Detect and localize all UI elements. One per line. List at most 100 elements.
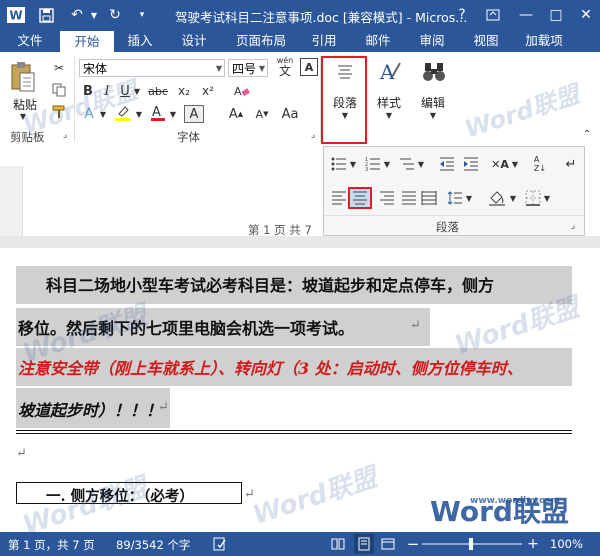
line-spacing-dropdown-icon[interactable]: ▼ xyxy=(464,189,474,207)
multilevel-list-icon[interactable] xyxy=(398,155,416,173)
font-launcher-icon[interactable]: ⌟ xyxy=(308,130,318,140)
styles-icon[interactable]: A xyxy=(376,58,404,86)
numbering-icon[interactable]: 123 xyxy=(364,155,382,173)
close-button[interactable]: ✕ xyxy=(574,5,598,25)
paste-icon[interactable] xyxy=(8,60,38,94)
justify-icon[interactable] xyxy=(400,189,418,207)
status-words[interactable]: 89/3542 个字 xyxy=(116,537,190,553)
undo-dropdown-icon[interactable]: ▼ xyxy=(88,5,100,25)
strikethrough-button[interactable]: abc xyxy=(146,82,170,100)
show-marks-icon[interactable]: ↵ xyxy=(562,155,580,173)
print-layout-icon[interactable] xyxy=(354,534,374,554)
subscript-button[interactable]: x₂ xyxy=(174,82,194,100)
document-page: 科目二场地小型车考试必考科目是：坡道起步和定点停车，侧方 移位。然后剩下的七项里… xyxy=(0,236,600,541)
minimize-button[interactable]: — xyxy=(514,5,538,25)
proofing-icon[interactable] xyxy=(212,536,228,552)
watermark: Word联盟 xyxy=(19,472,151,542)
borders-icon[interactable] xyxy=(524,189,542,207)
font-color-icon[interactable]: A xyxy=(148,103,168,123)
bullets-icon[interactable] xyxy=(330,155,348,173)
shrink-font-icon[interactable]: A ▼ xyxy=(252,105,272,123)
grow-font-icon[interactable]: A ▲ xyxy=(226,105,246,123)
change-case-icon[interactable]: Aa xyxy=(280,105,300,123)
styles-button-label[interactable]: 样式 xyxy=(372,94,406,111)
styles-dropdown-icon[interactable]: ▼ xyxy=(384,110,394,120)
paragraph-mark: ↵ xyxy=(16,446,27,461)
paragraph-highlight-box xyxy=(321,56,367,144)
restore-button[interactable]: □ xyxy=(544,5,568,25)
title-bar: W ↶ ▼ ↻ ▾ 驾驶考试科目二注意事项.doc [兼容模式] - Micro… xyxy=(0,0,600,30)
tab-design[interactable]: 设计 xyxy=(172,30,216,52)
ribbon-display-icon[interactable] xyxy=(482,5,504,25)
help-button[interactable]: ? xyxy=(452,5,472,25)
numbering-dropdown-icon[interactable]: ▼ xyxy=(382,155,392,173)
font-size-combo[interactable]: 四号 ▼ xyxy=(228,59,268,77)
phonetic-guide-icon[interactable]: wén 文 xyxy=(274,56,296,78)
chinese-layout-icon[interactable]: ✕A xyxy=(490,155,510,173)
line-spacing-icon[interactable] xyxy=(446,189,464,207)
collapse-ribbon-icon[interactable]: ⌃ xyxy=(580,128,594,140)
word-app-icon[interactable]: W xyxy=(6,5,26,25)
doc-line-3[interactable]: 注意安全带（刚上车就系上）、转向灯（3 处：启动时、侧方位停车时、 xyxy=(18,355,523,379)
zoom-out-button[interactable]: − xyxy=(406,534,420,554)
tab-mailings[interactable]: 邮件 xyxy=(356,30,400,52)
tab-file[interactable]: 文件 xyxy=(6,30,54,52)
char-shading-icon[interactable]: A xyxy=(184,105,204,123)
zoom-level[interactable]: 100% xyxy=(550,537,583,551)
tab-review[interactable]: 审阅 xyxy=(410,30,454,52)
chevron-down-icon: ▼ xyxy=(215,64,222,73)
read-mode-icon[interactable] xyxy=(330,536,346,552)
align-right-icon[interactable] xyxy=(378,189,396,207)
shading-dropdown-icon[interactable]: ▼ xyxy=(508,189,518,207)
qat-customize-icon[interactable]: ▾ xyxy=(134,5,150,25)
doc-line-4[interactable]: 坡道起步时）！！！ xyxy=(18,397,162,421)
clear-format-icon[interactable]: A xyxy=(232,82,252,100)
zoom-in-button[interactable]: + xyxy=(526,534,540,554)
clipboard-launcher-icon[interactable]: ⌟ xyxy=(60,130,70,140)
page-gap xyxy=(0,236,600,248)
web-layout-icon[interactable] xyxy=(380,536,396,552)
font-size-value: 四号 xyxy=(232,62,257,76)
editing-button-label[interactable]: 编辑 xyxy=(416,94,450,111)
superscript-button[interactable]: x² xyxy=(198,82,218,100)
paragraph-panel-label: 段落 xyxy=(436,220,459,234)
align-center-icon[interactable] xyxy=(348,187,372,209)
editing-dropdown-icon[interactable]: ▼ xyxy=(428,110,438,120)
paragraph-mark: ↵ xyxy=(158,400,169,415)
tab-view[interactable]: 视图 xyxy=(464,30,508,52)
tab-home[interactable]: 开始 xyxy=(60,31,114,52)
svg-text:3: 3 xyxy=(365,167,368,171)
status-page[interactable]: 第 1 页，共 7 页 xyxy=(8,537,95,553)
tab-insert[interactable]: 插入 xyxy=(118,30,162,52)
highlight-dropdown-icon[interactable]: ▼ xyxy=(134,105,144,123)
font-name-combo[interactable]: 宋体 ▼ xyxy=(79,59,225,77)
distributed-icon[interactable] xyxy=(420,189,438,207)
tab-references[interactable]: 引用 xyxy=(302,30,346,52)
decrease-indent-icon[interactable] xyxy=(438,155,456,173)
paragraph-launcher-icon[interactable]: ⌟ xyxy=(568,221,578,231)
font-color-dropdown-icon[interactable]: ▼ xyxy=(168,105,178,123)
multilevel-dropdown-icon[interactable]: ▼ xyxy=(416,155,426,173)
cut-icon[interactable]: ✂ xyxy=(50,60,68,76)
save-icon[interactable] xyxy=(36,5,56,25)
tab-page-layout[interactable]: 页面布局 xyxy=(226,30,296,52)
tab-addins[interactable]: 加载项 xyxy=(516,30,572,52)
increase-indent-icon[interactable] xyxy=(462,155,480,173)
borders-dropdown-icon[interactable]: ▼ xyxy=(542,189,552,207)
bullets-dropdown-icon[interactable]: ▼ xyxy=(348,155,358,173)
enclose-char-icon[interactable]: A xyxy=(300,58,318,76)
align-left-icon[interactable] xyxy=(330,189,348,207)
sort-icon[interactable]: A Z↓ xyxy=(530,153,550,175)
window-title: 驾驶考试科目二注意事项.doc [兼容模式] - Micros... xyxy=(175,10,468,25)
horizontal-rule xyxy=(16,433,572,434)
chinese-layout-dropdown-icon[interactable]: ▼ xyxy=(510,155,520,173)
zoom-slider-thumb[interactable] xyxy=(469,538,473,550)
svg-text:A: A xyxy=(379,60,395,84)
redo-icon[interactable]: ↻ xyxy=(104,5,126,25)
binoculars-icon[interactable] xyxy=(420,58,448,86)
shading-icon[interactable] xyxy=(486,187,508,209)
doc-line-1[interactable]: 科目二场地小型车考试必考科目是：坡道起步和定点停车，侧方 xyxy=(46,272,494,296)
font-name-value: 宋体 xyxy=(83,62,108,76)
ribbon-tab-bar: 文件 开始 插入 设计 页面布局 引用 邮件 审阅 视图 加载项 xyxy=(0,30,600,52)
undo-icon[interactable]: ↶ xyxy=(66,5,88,25)
